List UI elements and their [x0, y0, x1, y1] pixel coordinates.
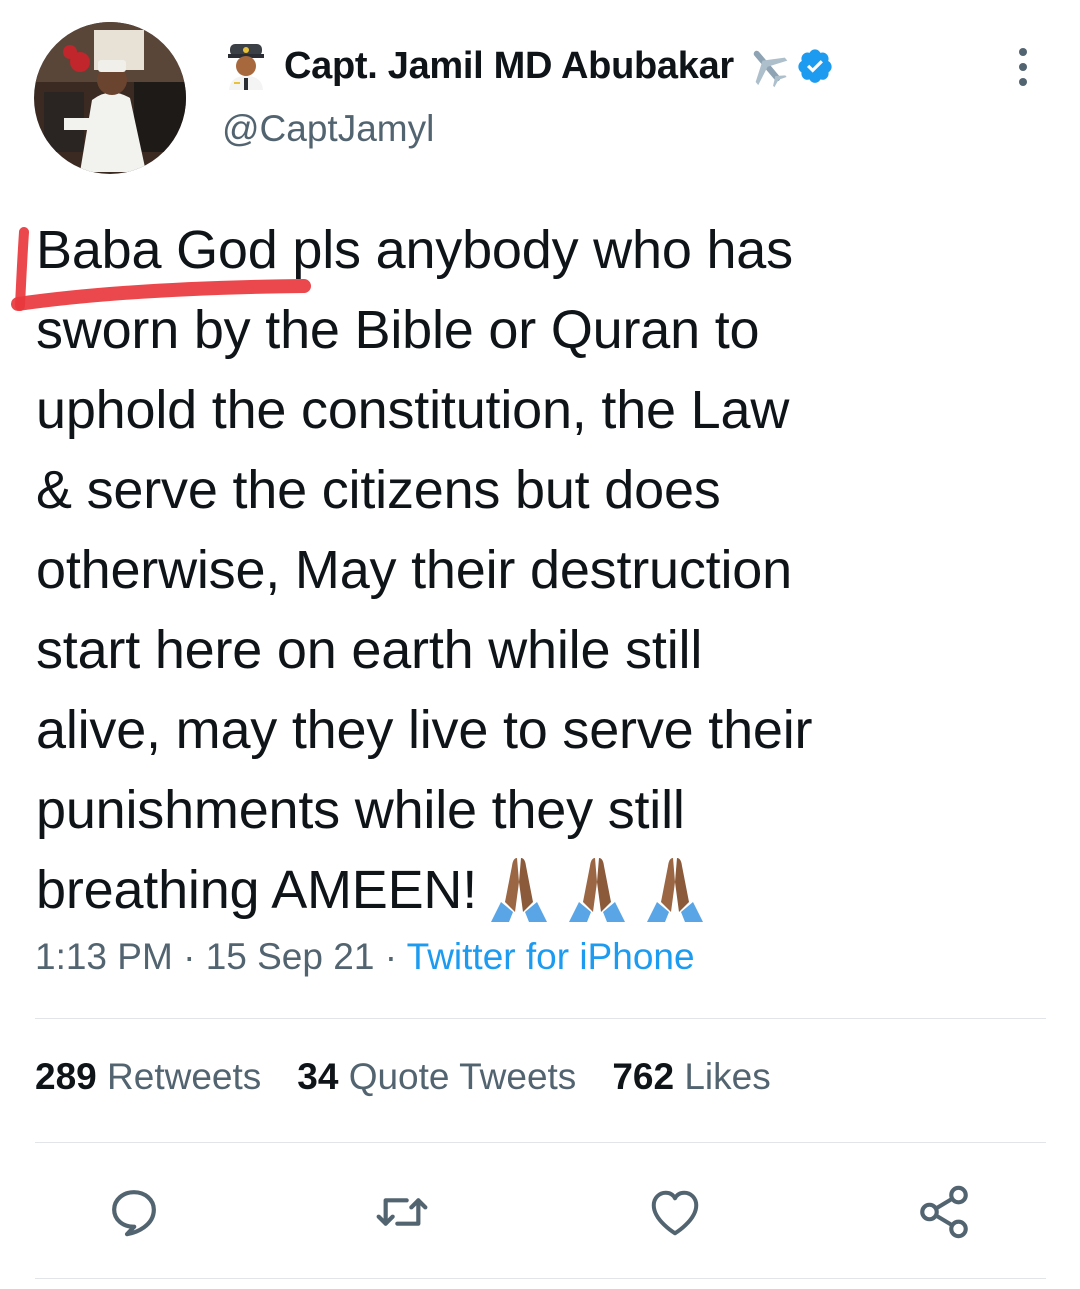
divider [35, 1142, 1046, 1143]
author-handle[interactable]: @CaptJamyl [222, 108, 434, 150]
tweet-text: Baba God pls anybody who has sworn by th… [36, 210, 1056, 930]
author-display-name[interactable]: Capt. Jamil MD Abubakar [284, 45, 734, 88]
more-options-icon[interactable] [1008, 44, 1038, 90]
share-icon [920, 1185, 968, 1239]
tweet-date: 15 Sep 21 [205, 936, 375, 977]
tweet-line-last: breathing AMEEN! [36, 850, 1056, 930]
tweet-line: sworn by the Bible or Quran to [36, 300, 760, 360]
reply-icon [112, 1190, 156, 1237]
retweets-stat[interactable]: 289 Retweets [35, 1056, 261, 1098]
tweet-line: alive, may they live to serve their [36, 700, 813, 760]
likes-count: 762 [612, 1056, 675, 1097]
like-icon [651, 1190, 699, 1236]
reply-button[interactable] [102, 1180, 166, 1244]
tweet-line: otherwise, May their destruction [36, 540, 792, 600]
folded-hands-emoji-icon [491, 858, 548, 922]
verified-badge-icon [798, 49, 832, 83]
share-button[interactable] [912, 1180, 976, 1244]
retweet-button[interactable] [370, 1180, 434, 1244]
tweet-line-text: breathing AMEEN! [36, 860, 478, 920]
tweet-stats: 289 Retweets 34 Quote Tweets 762 Likes [35, 1056, 771, 1098]
pilot-emoji-icon [228, 44, 264, 90]
quote-tweets-label: Quote Tweets [348, 1056, 577, 1097]
tweet-source-link[interactable]: Twitter for iPhone [407, 936, 695, 977]
tweet-line: uphold the constitution, the Law [36, 380, 790, 440]
likes-stat[interactable]: 762 Likes [612, 1056, 770, 1098]
retweets-label: Retweets [107, 1056, 262, 1097]
tweet-line: & serve the citizens but does [36, 460, 721, 520]
tweet-line: start here on earth while still [36, 620, 703, 680]
more-dot [1019, 78, 1027, 86]
author-name-row[interactable]: Capt. Jamil MD Abubakar [226, 38, 834, 94]
folded-hands-emoji-icon [569, 858, 626, 922]
more-dot [1019, 48, 1027, 56]
more-dot [1019, 63, 1027, 71]
like-button[interactable] [643, 1180, 707, 1244]
tweet-line: punishments while they still [36, 780, 685, 840]
tweet-meta: 1:13 PM · 15 Sep 21 · Twitter for iPhone [35, 936, 695, 978]
likes-label: Likes [684, 1056, 771, 1097]
folded-hands-emoji-icon [647, 858, 704, 922]
quote-tweets-stat[interactable]: 34 Quote Tweets [297, 1056, 576, 1098]
meta-separator: · [183, 936, 196, 977]
action-bar [0, 1180, 1080, 1250]
meta-separator: · [384, 936, 398, 977]
divider [35, 1018, 1046, 1019]
airplane-emoji-icon [753, 50, 788, 88]
tweet-line: Baba God pls anybody who has [36, 220, 793, 280]
tweet-time: 1:13 PM [35, 936, 173, 977]
quote-tweets-count: 34 [297, 1056, 339, 1097]
avatar[interactable] [34, 22, 186, 174]
retweet-icon [376, 1198, 428, 1226]
divider [35, 1278, 1046, 1279]
retweets-count: 289 [35, 1056, 97, 1097]
